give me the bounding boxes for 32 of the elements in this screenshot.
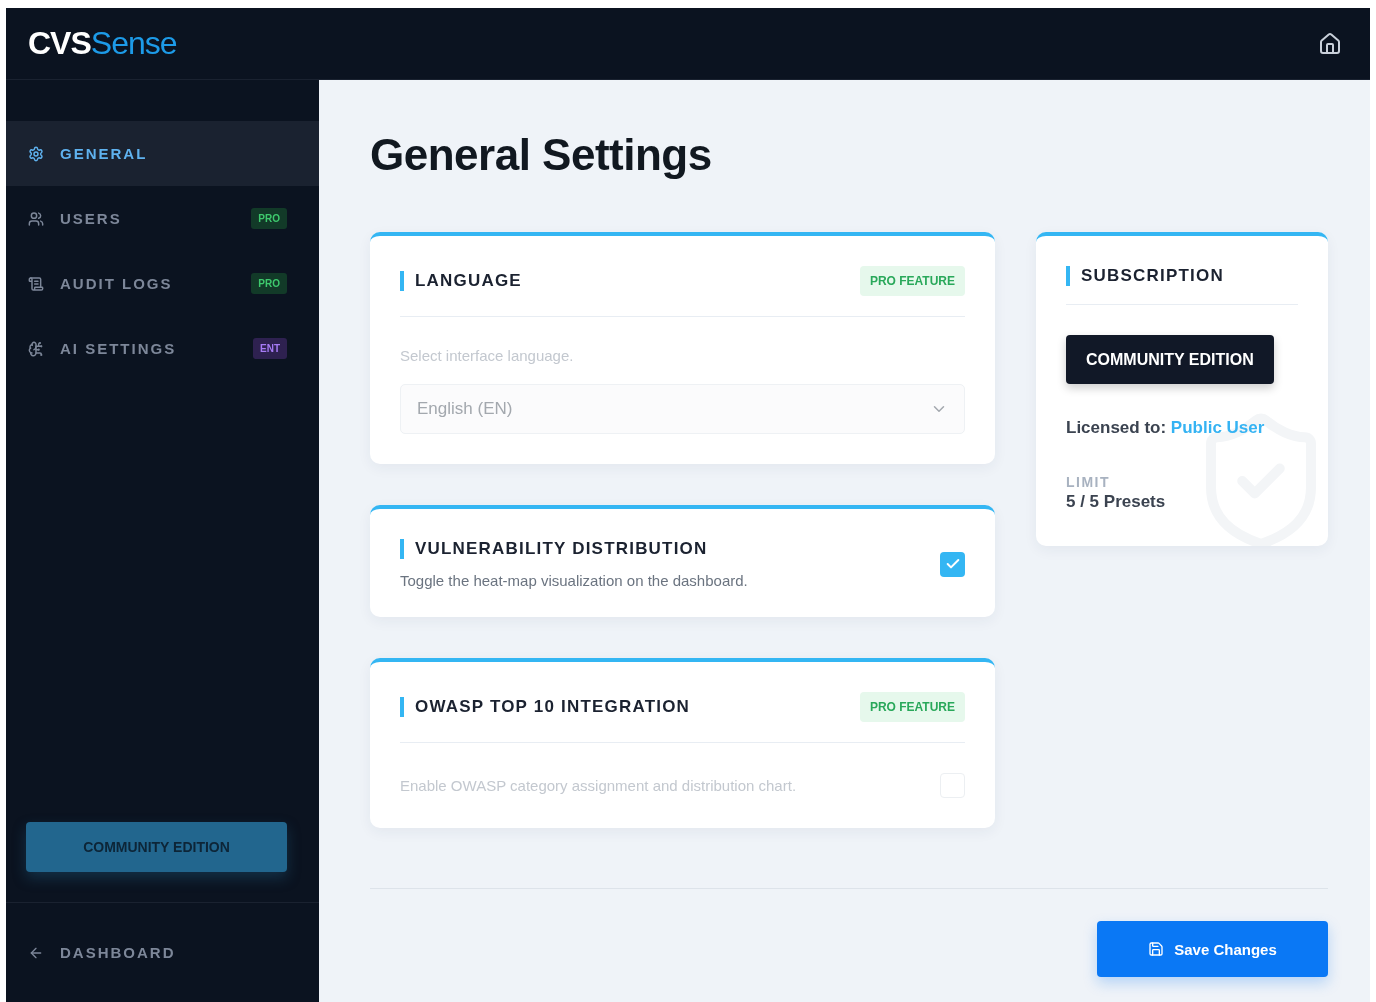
plan-badge: ENT bbox=[253, 338, 287, 359]
dashboard-label: DASHBOARD bbox=[60, 944, 176, 961]
sidebar-item[interactable]: AUDIT LOGS PRO bbox=[6, 251, 319, 316]
card-title: VULNERABILITY DISTRIBUTION bbox=[400, 539, 748, 559]
save-icon bbox=[1148, 941, 1165, 957]
home-icon[interactable] bbox=[1318, 31, 1342, 56]
sidebar-item[interactable]: USERS PRO bbox=[6, 186, 319, 251]
plan-badge: PRO bbox=[251, 273, 287, 294]
users-icon bbox=[28, 210, 44, 227]
setting-description: Toggle the heat-map visualization on the dashboard. bbox=[400, 572, 748, 589]
limit-label: LIMIT bbox=[1066, 474, 1112, 490]
edition-label: COMMUNITY EDITION bbox=[1066, 335, 1274, 384]
checkbox[interactable] bbox=[940, 551, 965, 577]
save-button[interactable]: Save Changes bbox=[1097, 921, 1328, 977]
pro-feature-badge: PRO FEATURE bbox=[859, 692, 965, 722]
card-title: OWASP TOP 10 INTEGRATION bbox=[400, 697, 691, 717]
pro-feature-badge: PRO FEATURE bbox=[859, 266, 965, 296]
card-title: LANGUAGE bbox=[400, 271, 522, 291]
sidebar-item[interactable]: AI SETTINGS ENT bbox=[6, 316, 319, 381]
setting-description: Enable OWASP category assignment and distribution chart. bbox=[400, 777, 797, 794]
select-value: English (EN) bbox=[417, 399, 513, 419]
gear-icon bbox=[28, 145, 44, 162]
logo: CVSSense bbox=[28, 25, 177, 62]
limit-value: 5 / 5 Presets bbox=[1066, 492, 1167, 512]
scroll-icon bbox=[28, 275, 44, 292]
brain-icon bbox=[28, 340, 44, 357]
page-title: General Settings bbox=[370, 130, 713, 180]
card-title: SUBSCRIPTION bbox=[1066, 266, 1298, 286]
setting-description: Select interface language. bbox=[400, 347, 575, 364]
plan-badge: PRO bbox=[251, 208, 287, 229]
sidebar-item[interactable]: GENERAL bbox=[6, 121, 319, 186]
licensed-to-text: Licensed to: Public User bbox=[1066, 418, 1266, 438]
